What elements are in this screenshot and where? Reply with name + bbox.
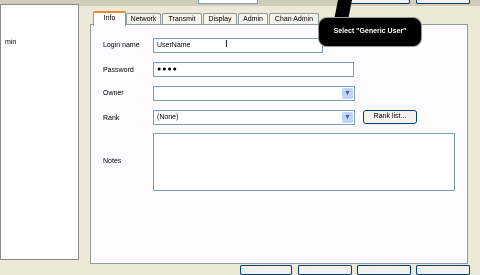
password-label: Password	[103, 67, 134, 74]
password-input[interactable]: ●●●●	[153, 62, 354, 77]
user-list-item[interactable]: min	[5, 39, 16, 46]
rank-list-button[interactable]: Rank list...	[363, 110, 417, 124]
rank-dropdown[interactable]: (None) ▼	[153, 110, 355, 125]
bottom-button-3[interactable]	[357, 265, 411, 275]
user-list-panel[interactable]: min	[0, 4, 79, 260]
top-button-2[interactable]	[416, 0, 470, 4]
rank-value: (None)	[157, 114, 179, 121]
owner-dropdown[interactable]: ▼	[153, 86, 355, 101]
chevron-down-icon[interactable]: ▼	[342, 88, 353, 99]
notes-textarea[interactable]	[153, 133, 455, 191]
chevron-down-icon[interactable]: ▼	[342, 112, 353, 123]
top-field[interactable]	[198, 0, 258, 4]
rank-label: Rank	[103, 115, 120, 122]
owner-label: Owner	[103, 90, 124, 97]
instruction-callout: Select "Generic User"	[318, 17, 422, 47]
bottom-button-4[interactable]	[416, 265, 470, 275]
bottom-button-1[interactable]	[240, 265, 292, 275]
notes-label: Notes	[103, 158, 122, 165]
bottom-button-2[interactable]	[298, 265, 352, 275]
text-cursor-icon: I	[225, 39, 228, 50]
login-name-input[interactable]: UserName	[153, 38, 323, 53]
tab-info[interactable]: Info	[93, 11, 126, 26]
login-name-label: Login name	[103, 42, 140, 49]
